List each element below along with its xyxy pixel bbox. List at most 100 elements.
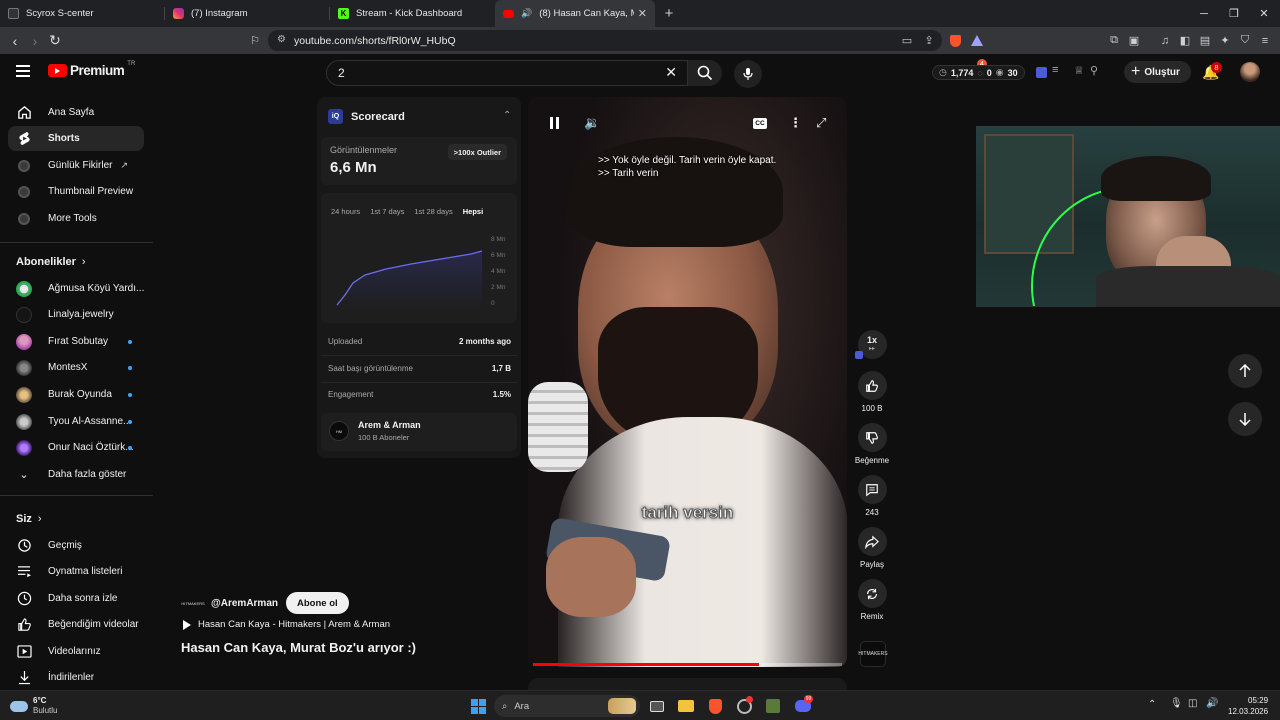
- task-view-icon[interactable]: [647, 696, 667, 716]
- sidebar-item-more-tools[interactable]: More Tools: [8, 206, 144, 231]
- menu-icon[interactable]: ≡: [1256, 27, 1274, 54]
- fullscreen-icon[interactable]: ⤢: [816, 115, 826, 131]
- trophy-icon[interactable]: ♕: [1074, 64, 1084, 77]
- sidebar-sub-item[interactable]: Ağmusa Köyü Yardı...: [8, 276, 144, 301]
- music-icon[interactable]: ♫: [1156, 27, 1174, 54]
- bookmark-icon[interactable]: ⚐: [244, 27, 266, 54]
- captions-button[interactable]: CC: [753, 118, 767, 129]
- previous-short-button[interactable]: [1228, 354, 1262, 388]
- sidebar-item-thumbnail-preview[interactable]: Thumbnail Preview: [8, 179, 144, 204]
- discord-icon[interactable]: 99: [793, 695, 813, 716]
- sidebar-item-playlists[interactable]: Oynatma listeleri: [8, 559, 144, 584]
- subscribe-button[interactable]: Abone ol: [286, 592, 349, 614]
- range-tab[interactable]: 24 hours: [331, 207, 360, 216]
- sidebar-item-watch-later[interactable]: Daha sonra izle: [8, 586, 144, 611]
- next-short-preview[interactable]: [528, 678, 847, 690]
- weather-widget[interactable]: 6°C Bulutlu: [10, 696, 57, 716]
- playlist-link[interactable]: Hasan Can Kaya - Hitmakers | Arem & Arma…: [183, 619, 390, 630]
- speaker-tray-icon[interactable]: 🔊: [1206, 698, 1218, 709]
- channel-sound-thumbnail[interactable]: HITMAKERS: [858, 641, 888, 667]
- range-tab-active[interactable]: Hepsi: [463, 207, 483, 216]
- cast-icon[interactable]: ▭: [898, 27, 916, 54]
- comment-action[interactable]: 243: [857, 475, 887, 517]
- remix-action[interactable]: Remix: [857, 579, 887, 621]
- comment-button[interactable]: [857, 475, 887, 504]
- channel-handle[interactable]: @AremArman: [211, 598, 278, 609]
- search-button[interactable]: [688, 60, 722, 86]
- share-button[interactable]: [857, 527, 887, 556]
- tray-overflow-icon[interactable]: ⌃: [1148, 699, 1156, 710]
- close-tab-icon[interactable]: ✕: [638, 7, 647, 20]
- sidebar-item-history[interactable]: Geçmiş: [8, 533, 144, 558]
- channel-card[interactable]: HM Arem & Arman 100 B Aboneler: [321, 413, 517, 451]
- dislike-action[interactable]: Beğenme: [855, 423, 889, 465]
- account-avatar[interactable]: [1240, 62, 1260, 82]
- sidebar-item-gunluk-fikirler[interactable]: Günlük Fikirler ↗: [8, 153, 144, 178]
- sidebar-sub-item[interactable]: Onur Naci Öztürk...: [8, 435, 144, 460]
- extensions-icon[interactable]: ⧉: [1105, 27, 1123, 54]
- like-action[interactable]: 100 B: [857, 371, 887, 413]
- sidebar-sub-item[interactable]: MontesX: [8, 355, 144, 380]
- sidebar-sub-item[interactable]: Burak Oyunda: [8, 382, 144, 407]
- remix-button[interactable]: [857, 579, 887, 608]
- share-page-icon[interactable]: ⇪: [920, 27, 938, 54]
- next-short-button[interactable]: [1228, 402, 1262, 436]
- leo-ai-icon[interactable]: ✦: [1216, 27, 1234, 54]
- browser-tab-instagram[interactable]: (7) Instagram: [165, 0, 330, 27]
- screenshot-icon[interactable]: ▣: [1125, 27, 1143, 54]
- studio-stats[interactable]: ◷ 1,774 ◌ 0 ◉ 30: [932, 65, 1025, 80]
- youtube-premium-logo[interactable]: Premium TR: [48, 61, 135, 78]
- brave-shield-icon[interactable]: [946, 27, 964, 54]
- brave-browser-icon[interactable]: [705, 696, 725, 716]
- file-explorer-icon[interactable]: [676, 696, 696, 716]
- sidebar-sub-item[interactable]: Tyou Al-Assanne...: [8, 409, 144, 434]
- network-icon[interactable]: ◫: [1188, 698, 1197, 709]
- wallet-icon[interactable]: ▤: [1196, 27, 1214, 54]
- voice-search-button[interactable]: [734, 60, 762, 88]
- more-options-icon[interactable]: ⋮: [789, 115, 802, 131]
- browser-tab-kick[interactable]: K Stream - Kick Dashboard: [330, 0, 495, 27]
- clock[interactable]: 05:29 12.03.2026: [1228, 695, 1268, 717]
- address-bar[interactable]: ⚙ youtube.com/shorts/fRl0rW_HUbQ: [268, 30, 942, 51]
- windows-start-icon[interactable]: [468, 696, 488, 716]
- sidebar-item-liked-videos[interactable]: Beğendiğim videolar: [8, 612, 144, 637]
- sidebar-item-home[interactable]: Ana Sayfa: [8, 100, 144, 125]
- dislike-button[interactable]: [857, 423, 887, 452]
- microphone-tray-icon[interactable]: 🎙: [1170, 698, 1183, 709]
- subscriptions-header[interactable]: Abonelikler ›: [16, 256, 86, 268]
- forward-button[interactable]: ›: [24, 27, 46, 54]
- new-tab-button[interactable]: +: [655, 0, 683, 27]
- sidebar-sub-item[interactable]: Fırat Sobutay: [8, 329, 144, 354]
- clear-search-icon[interactable]: ✕: [665, 64, 677, 81]
- show-more-button[interactable]: ⌄ Daha fazla göster: [8, 462, 144, 487]
- hamburger-menu-icon[interactable]: [16, 65, 30, 77]
- collapse-chevron-icon[interactable]: ⌃: [503, 110, 511, 121]
- sidebar-sub-item[interactable]: Linalya.jewelry: [8, 302, 144, 327]
- volume-icon[interactable]: 🔉: [584, 115, 600, 131]
- sidebar-item-downloads[interactable]: İndirilenler: [8, 665, 144, 690]
- rocket-icon[interactable]: ⚲: [1090, 64, 1098, 77]
- sidebar-toggle-icon[interactable]: ◧: [1176, 27, 1194, 54]
- progress-track[interactable]: [533, 663, 842, 666]
- list-icon[interactable]: ≡: [1052, 64, 1058, 76]
- share-action[interactable]: Paylaş: [857, 527, 887, 569]
- shorts-video-player[interactable]: 🔉 CC ⋮ ⤢ >> Yok öyle değil. Tarih verin …: [528, 97, 847, 667]
- reload-button[interactable]: ↻: [44, 27, 66, 54]
- create-button[interactable]: + Oluştur: [1124, 61, 1191, 83]
- app-with-badge-icon[interactable]: [734, 696, 754, 716]
- sidebar-item-shorts[interactable]: Shorts: [8, 126, 144, 151]
- minimize-button[interactable]: ─: [1189, 0, 1219, 27]
- obs-or-tool-icon[interactable]: [763, 696, 783, 716]
- vpn-shield-icon[interactable]: ⛉: [1236, 27, 1254, 54]
- range-tab[interactable]: 1st 7 days: [370, 207, 404, 216]
- taskbar-search[interactable]: ⌕ Ara: [494, 695, 640, 717]
- browser-tab-scyrox[interactable]: Scyrox S-center: [0, 0, 165, 27]
- vidiq-icon[interactable]: [1036, 67, 1047, 78]
- sidebar-item-your-videos[interactable]: Videolarınız: [8, 639, 144, 664]
- playback-speed-control[interactable]: 1x ▸▸: [855, 330, 887, 359]
- brave-rewards-icon[interactable]: [968, 27, 986, 54]
- browser-tab-youtube[interactable]: 🔊 (8) Hasan Can Kaya, Murat Bo... ✕: [495, 0, 655, 27]
- back-button[interactable]: ‹: [4, 27, 26, 54]
- range-tab[interactable]: 1st 28 days: [414, 207, 452, 216]
- channel-logo[interactable]: HITMAKERS: [181, 595, 205, 611]
